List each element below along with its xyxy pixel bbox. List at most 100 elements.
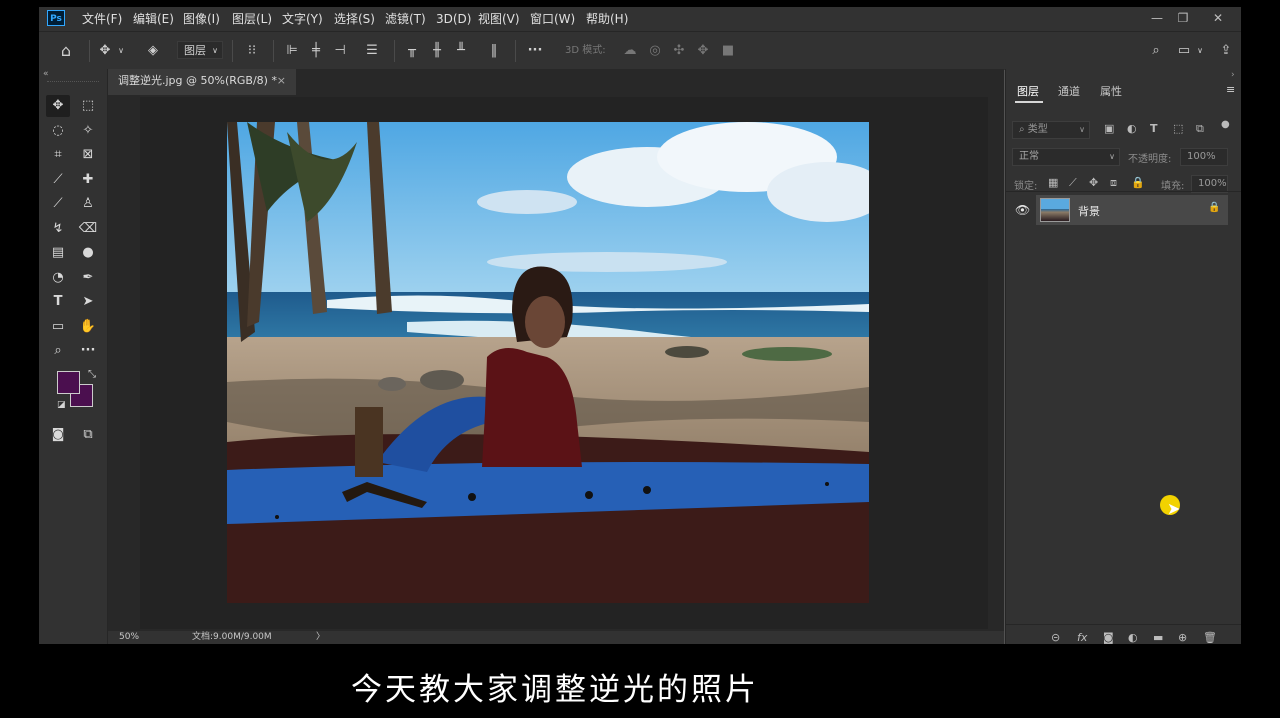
add-mask-icon[interactable]: ◙ — [1103, 631, 1114, 644]
menu-layer[interactable]: 图层(L) — [232, 7, 272, 31]
move-tool-icon[interactable]: ✥ — [95, 41, 115, 61]
pen-tool-icon[interactable]: ✒ — [76, 267, 100, 289]
auto-select-dropdown[interactable]: 图层 ∨ — [177, 41, 223, 59]
new-group-icon[interactable]: ▬ — [1153, 631, 1163, 644]
align-bottom-icon[interactable]: ╨ — [452, 41, 470, 61]
menu-type[interactable]: 文字(Y) — [282, 7, 323, 31]
quick-mask-icon[interactable]: ◙ — [46, 424, 70, 446]
menu-image[interactable]: 图像(I) — [183, 7, 220, 31]
filter-adjustment-icon[interactable]: ◐ — [1127, 122, 1137, 135]
magic-wand-icon[interactable]: ✧ — [76, 120, 100, 142]
menu-bar: Ps 文件(F) 编辑(E) 图像(I) 图层(L) 文字(Y) 选择(S) 滤… — [39, 7, 1241, 31]
frame-tool-icon[interactable]: ⊠ — [76, 144, 100, 166]
filter-shape-icon[interactable]: ⬚ — [1173, 122, 1183, 135]
history-brush-icon[interactable]: ↯ — [46, 218, 70, 240]
opacity-input[interactable]: 100% — [1180, 148, 1228, 166]
rectangle-tool-icon[interactable]: ▭ — [46, 316, 70, 338]
path-selection-icon[interactable]: ➤ — [76, 291, 100, 313]
align-top-icon[interactable]: ╥ — [403, 41, 421, 61]
workspace-icon[interactable]: ▭ — [1174, 41, 1194, 61]
tab-channels[interactable]: 通道 — [1058, 83, 1080, 99]
tab-properties[interactable]: 属性 — [1100, 83, 1122, 99]
zoom-tool-icon[interactable]: ⌕ — [46, 340, 70, 362]
minimize-icon[interactable]: — — [1144, 7, 1170, 29]
tab-layers[interactable]: 图层 — [1017, 83, 1039, 99]
menu-select[interactable]: 选择(S) — [334, 7, 375, 31]
lasso-tool-icon[interactable]: ◌ — [46, 120, 70, 142]
menu-3d[interactable]: 3D(D) — [436, 7, 471, 31]
menu-window[interactable]: 窗口(W) — [530, 7, 575, 31]
healing-brush-icon[interactable]: ✚ — [76, 169, 100, 191]
align-vcenter-icon[interactable]: ╫ — [428, 41, 446, 61]
distribute-vertical-icon[interactable]: ‖ — [485, 41, 503, 61]
align-right-icon[interactable]: ⊣ — [331, 41, 349, 61]
fx-icon[interactable]: fx — [1077, 631, 1087, 644]
filter-toggle-icon[interactable]: ● — [1221, 119, 1230, 130]
panel-menu-icon[interactable]: ≡ — [1226, 83, 1235, 96]
menu-edit[interactable]: 编辑(E) — [133, 7, 174, 31]
screen-mode-icon[interactable]: ⧉ — [76, 424, 100, 446]
close-icon[interactable]: ✕ — [1205, 7, 1231, 29]
lock-image-icon[interactable]: ⟋ — [1069, 176, 1077, 190]
more-options-icon[interactable]: ··· — [525, 41, 545, 61]
gradient-tool-icon[interactable]: ▤ — [46, 242, 70, 264]
foreground-color-swatch[interactable] — [57, 371, 80, 394]
move-tool-icon[interactable]: ✥ — [46, 95, 70, 117]
close-tab-icon[interactable]: × — [277, 69, 286, 93]
brush-tool-icon[interactable]: ⟋ — [46, 193, 70, 215]
adjustment-layer-icon[interactable]: ◐ — [1128, 631, 1138, 644]
swap-colors-icon[interactable]: ⤡ — [88, 369, 96, 380]
expand-panel-icon[interactable]: › — [1231, 70, 1235, 80]
search-icon[interactable]: ⌕ — [1146, 41, 1166, 61]
zoom-level[interactable]: 50% — [119, 631, 139, 644]
dodge-tool-icon[interactable]: ◔ — [46, 267, 70, 289]
menu-file[interactable]: 文件(F) — [82, 7, 122, 31]
delete-layer-icon[interactable]: 🗑 — [1203, 631, 1217, 644]
filter-smart-object-icon[interactable]: ⧉ — [1196, 122, 1204, 136]
menu-help[interactable]: 帮助(H) — [586, 7, 628, 31]
eraser-icon[interactable]: ⌫ — [76, 218, 100, 240]
align-hcenter-icon[interactable]: ╪ — [307, 41, 325, 61]
status-bar: 50% 文档:9.00M/9.00M 〉 — [108, 631, 1004, 644]
eyedropper-icon[interactable]: ⟋ — [46, 169, 70, 191]
status-menu-arrow[interactable]: 〉 — [316, 631, 325, 644]
align-left-icon[interactable]: ⊫ — [283, 41, 301, 61]
menu-filter[interactable]: 滤镜(T) — [385, 7, 426, 31]
hand-tool-icon[interactable]: ✋ — [76, 316, 100, 338]
blend-mode-dropdown[interactable]: 正常 ∨ — [1012, 148, 1120, 166]
clone-stamp-icon[interactable]: ♙ — [76, 193, 100, 215]
lock-artboard-icon[interactable]: ⧈ — [1110, 176, 1117, 190]
transform-controls-icon[interactable]: ⁝⁝ — [242, 41, 262, 61]
lock-position-icon[interactable]: ✥ — [1089, 176, 1098, 189]
collapse-panel-icon[interactable]: « — [43, 69, 49, 79]
filter-type-icon[interactable]: T — [1150, 122, 1158, 135]
distribute-icon[interactable]: ☰ — [363, 41, 381, 61]
chevron-down-icon[interactable]: ∨ — [1195, 41, 1205, 61]
default-colors-icon[interactable]: ◪ — [57, 400, 66, 410]
auto-select-icon[interactable]: ◈ — [143, 41, 163, 61]
lock-transparent-icon[interactable]: ▦ — [1048, 176, 1058, 189]
menu-view[interactable]: 视图(V) — [478, 7, 520, 31]
filter-pixel-icon[interactable]: ▣ — [1104, 122, 1114, 135]
eye-icon[interactable]: 👁 — [1015, 203, 1030, 217]
blur-tool-icon[interactable]: ● — [76, 242, 100, 264]
home-icon[interactable]: ⌂ — [55, 41, 77, 61]
layer-filter-dropdown[interactable]: ⌕ 类型 ∨ — [1012, 121, 1090, 139]
photoshop-window: Ps 文件(F) 编辑(E) 图像(I) 图层(L) 文字(Y) 选择(S) 滤… — [39, 7, 1241, 644]
chevron-down-icon[interactable]: ∨ — [116, 41, 126, 61]
document-tab[interactable]: 调整逆光.jpg @ 50%(RGB/8) * × — [108, 69, 296, 95]
search-icon: ⌕ — [1019, 124, 1025, 135]
restore-icon[interactable]: ❐ — [1170, 7, 1196, 29]
layers-panel: › 图层 通道 属性 ≡ ⌕ 类型 ∨ ▣ ◐ T ⬚ ⧉ ● 正常 ∨ 不透明… — [1005, 69, 1241, 644]
link-layers-icon[interactable]: ⊝ — [1051, 631, 1060, 644]
new-layer-icon[interactable]: ⊕ — [1178, 631, 1187, 644]
type-tool-icon[interactable]: T — [46, 291, 70, 313]
layer-row-background[interactable]: 背景 🔒 — [1036, 195, 1228, 225]
fill-label: 填充: — [1161, 181, 1185, 192]
lock-all-icon[interactable]: 🔒 — [1131, 176, 1145, 189]
marquee-tool-icon[interactable]: ⬚ — [76, 95, 100, 117]
edit-toolbar-icon[interactable]: ··· — [76, 340, 100, 362]
share-icon[interactable]: ⇪ — [1216, 41, 1236, 61]
document-image[interactable] — [227, 122, 869, 603]
crop-tool-icon[interactable]: ⌗ — [46, 144, 70, 166]
